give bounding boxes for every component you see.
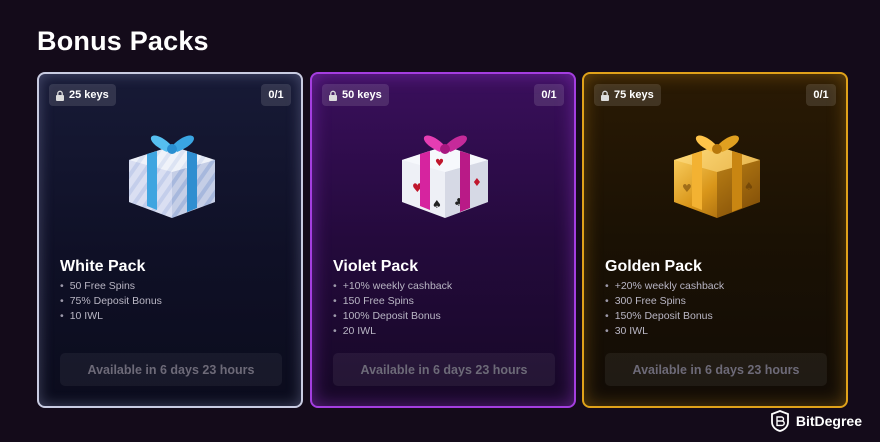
keys-label: 50 keys [342,89,382,101]
pack-name: Golden Pack [605,258,702,275]
svg-text:♥: ♥ [682,182,692,195]
claim-count: 0/1 [806,84,836,106]
perk-item: +10% weekly cashback [333,279,452,294]
availability-button[interactable]: Available in 6 days 23 hours [605,353,827,386]
perk-item: 300 Free Spins [605,294,724,309]
svg-text:♠: ♠ [744,180,754,193]
svg-text:♦: ♦ [472,176,482,189]
gift-cards-pink-ribbon-icon: ♥ ♠ ♦ ♣ ♥ [402,135,488,218]
lock-icon [329,90,337,101]
claim-count: 0/1 [261,84,291,106]
pack-card-white[interactable]: 25 keys 0/1 White Pack 50 Free Spins 75%… [37,72,303,408]
svg-text:♠: ♠ [432,198,442,211]
keys-badge: 75 keys [594,84,661,106]
page-title: Bonus Packs [37,26,209,56]
pack-card-violet[interactable]: 50 keys 0/1 ♥ ♠ ♦ ♣ ♥ Violet Pack +10% w… [310,72,576,408]
perk-item: 150% Deposit Bonus [605,309,724,324]
perk-item: 75% Deposit Bonus [60,294,162,309]
lock-icon [56,90,64,101]
svg-text:♥: ♥ [435,158,444,169]
watermark-text: BitDegree [795,413,862,429]
lock-icon [601,90,609,101]
gift-golden-icon: ♥ ♠ [674,135,760,218]
keys-badge: 25 keys [49,84,116,106]
pack-card-golden[interactable]: 75 keys 0/1 ♥ ♠ Golden Pack +20% weekly … [582,72,848,408]
claim-count: 0/1 [534,84,564,106]
gift-white-blue-ribbon-icon [129,135,215,218]
perk-item: 50 Free Spins [60,279,162,294]
perk-list: 50 Free Spins 75% Deposit Bonus 10 IWL [60,279,162,324]
perk-item: 20 IWL [333,324,452,339]
perk-list: +10% weekly cashback 150 Free Spins 100%… [333,279,452,339]
availability-button[interactable]: Available in 6 days 23 hours [60,353,282,386]
keys-badge: 50 keys [322,84,389,106]
perk-item: +20% weekly cashback [605,279,724,294]
perk-item: 10 IWL [60,309,162,324]
keys-label: 75 keys [614,89,654,101]
perk-list: +20% weekly cashback 300 Free Spins 150%… [605,279,724,339]
bitdegree-logo-icon [770,410,789,432]
bitdegree-watermark: BitDegree [770,410,862,432]
perk-item: 30 IWL [605,324,724,339]
availability-button[interactable]: Available in 6 days 23 hours [333,353,555,386]
pack-name: Violet Pack [333,258,419,275]
keys-label: 25 keys [69,89,109,101]
perk-item: 100% Deposit Bonus [333,309,452,324]
perk-item: 150 Free Spins [333,294,452,309]
pack-name: White Pack [60,258,146,275]
